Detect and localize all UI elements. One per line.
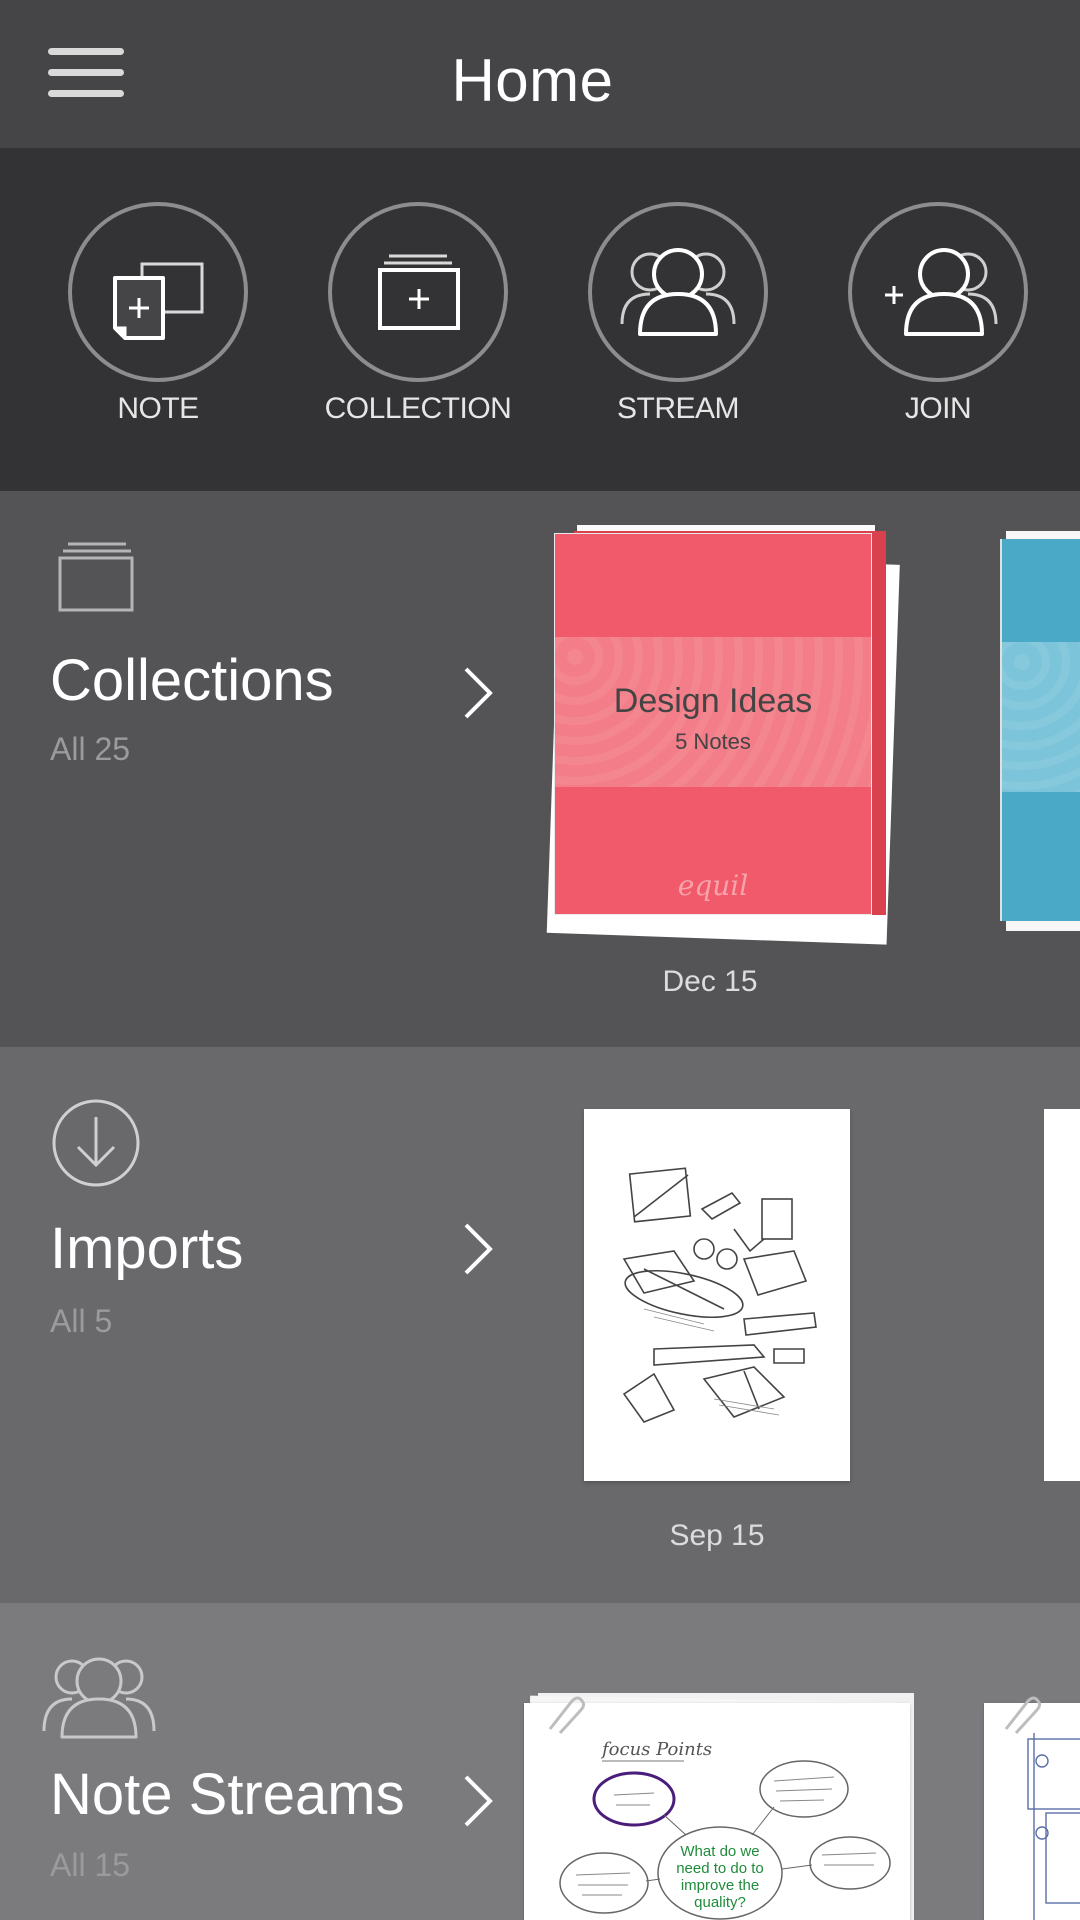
collection-label: COLLECTION <box>324 392 512 425</box>
collection-cover: Design Ideas 5 Notes equil <box>554 533 872 915</box>
equil-logo: equil <box>677 869 749 902</box>
people-group-icon <box>42 1657 156 1739</box>
stream-card[interactable]: focus Points What do we need to do to im… <box>520 1693 920 1920</box>
collection-card-subtitle: 5 Notes <box>675 729 751 754</box>
import-date: Sep 15 <box>669 1519 765 1552</box>
import-thumbnail-next[interactable] <box>1044 1109 1080 1481</box>
collection-date: Dec 15 <box>662 965 758 998</box>
collection-card-title: Design Ideas <box>613 682 813 720</box>
new-note-button[interactable]: NOTE <box>53 202 263 426</box>
note-streams-section: Note Streams All 15 focus Points What do… <box>0 1603 1080 1920</box>
paperclip-icon <box>548 1696 586 1735</box>
stream-card-heading: focus Points <box>600 1739 712 1760</box>
join-stream-button[interactable]: JOIN <box>833 202 1043 426</box>
collection-card-next[interactable] <box>1000 531 1080 936</box>
chevron-right-icon[interactable] <box>458 1219 498 1279</box>
collections-title[interactable]: Collections <box>50 647 334 714</box>
stream-card-question: What do we need to do to improve the qua… <box>676 1843 764 1911</box>
note-streams-count: All 15 <box>50 1847 131 1883</box>
collection-card[interactable]: Design Ideas 5 Notes equil <box>546 525 906 945</box>
new-stream-button[interactable]: STREAM <box>573 202 783 426</box>
chevron-right-icon[interactable] <box>458 1771 498 1831</box>
new-collection-icon <box>378 254 460 330</box>
stream-label: STREAM <box>616 392 740 425</box>
import-thumbnail[interactable] <box>584 1109 850 1481</box>
stream-card-next[interactable] <box>984 1696 1080 1920</box>
join-label: JOIN <box>904 392 972 425</box>
sketch-drawing <box>622 1167 817 1423</box>
download-circle-icon <box>52 1099 140 1187</box>
note-label: NOTE <box>117 392 199 425</box>
imports-count: All 5 <box>50 1303 113 1339</box>
app-header: Home <box>0 0 1080 148</box>
imports-title[interactable]: Imports <box>50 1215 243 1282</box>
quick-actions-bar: NOTE COLLECTION STREAM JOIN <box>0 148 1080 491</box>
new-collection-button[interactable]: COLLECTION <box>313 202 523 426</box>
page-title: Home <box>451 47 614 114</box>
join-stream-icon <box>885 248 998 336</box>
imports-section: Imports All 5 Sep 15 <box>0 1047 1080 1603</box>
paperclip-icon <box>1004 1696 1042 1735</box>
chevron-right-icon[interactable] <box>458 663 498 723</box>
collections-section: Collections All 25 Design Ideas 5 Notes … <box>0 491 1080 1047</box>
collections-count: All 25 <box>50 731 131 767</box>
stream-people-icon <box>620 248 736 336</box>
note-streams-title[interactable]: Note Streams <box>50 1761 405 1828</box>
new-note-icon <box>113 262 204 340</box>
collection-stack-icon <box>58 542 134 612</box>
